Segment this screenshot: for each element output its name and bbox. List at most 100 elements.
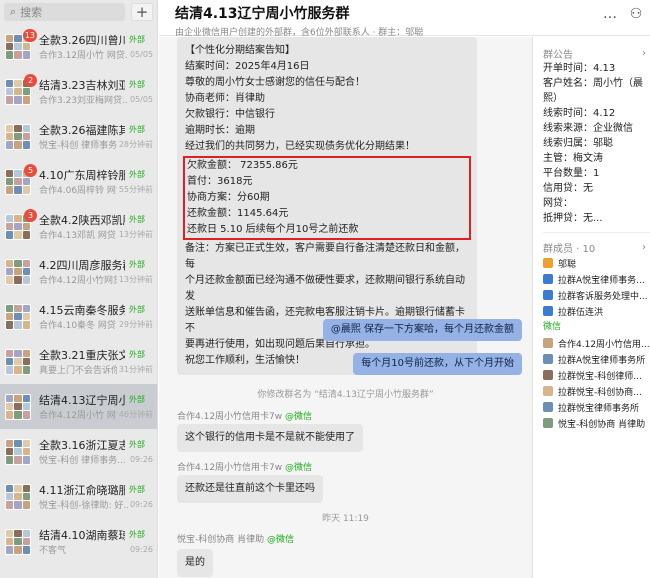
external-tag: 外部 — [129, 80, 145, 89]
add-member-icon[interactable]: ⚇ — [626, 4, 646, 24]
chat-time: 13分钟前 — [118, 230, 153, 239]
chat-preview: 合作4.13邓凯 网贷... — [39, 231, 117, 241]
chevron-right-icon[interactable]: › — [642, 48, 646, 59]
chat-list-panel: ⌕ 搜索 + 13全款3.26四川曾川...外部合作3.12周小竹 网贷...0… — [0, 0, 158, 578]
group-avatar: 13 — [5, 28, 37, 60]
chat-name: 全款3.26福建陈其... — [39, 123, 125, 137]
member-item[interactable]: 拉群客诉服务处理中... — [543, 287, 650, 303]
chat-preview: 合作4.12周小竹 网贷... — [39, 411, 117, 421]
search-input[interactable]: ⌕ 搜索 — [4, 3, 125, 21]
external-tag: 外部 — [129, 395, 145, 404]
chat-list-item[interactable]: 2结清3.23吉林刘亚... 外部合作3.23刘亚梅网贷...05/05 — [0, 69, 157, 114]
chat-item-body: 全款3.26福建陈其... 外部悦宝-科创 律师事务...28分钟前 — [39, 122, 153, 152]
chat-list-item[interactable]: 全款3.21重庆张文... 外部真要上门不会告诉你...31分钟前 — [0, 339, 157, 384]
chevron-right-icon[interactable]: › — [642, 242, 646, 253]
group-info-panel: 群公告 › 开单时间：4.13 客户姓名：周小竹（晨 熙） 线索时间：4.12 线索来源… — [532, 37, 650, 578]
chat-item-body: 结清3.23吉林刘亚... 外部合作3.23刘亚梅网贷...05/05 — [39, 77, 153, 107]
external-tag: 外部 — [129, 350, 145, 359]
chat-item-bottom: 真要上门不会告诉你...31分钟前 — [39, 363, 153, 377]
group-avatar — [5, 258, 31, 285]
external-tag: 外部 — [129, 35, 145, 44]
member-item[interactable]: 拉群悦宝律师事务所 — [543, 399, 650, 415]
notice-line: 协商老师：肖律助 — [185, 93, 265, 104]
chat-preview: 合作3.23刘亚梅网贷... — [39, 96, 128, 106]
chat-list-item[interactable]: 13全款3.26四川曾川... 外部合作3.12周小竹 网贷...05/05 — [0, 24, 157, 69]
chat-list-item[interactable]: 4.15云南秦冬服务群外部合作4.10秦冬 网贷...29分钟前 — [0, 294, 157, 339]
chat-item-top: 4.10广东周梓铃服... 外部 — [39, 167, 153, 183]
chat-item-body: 4.10广东周梓铃服... 外部合作4.06周梓铃 网贷...55分钟前 — [39, 167, 153, 197]
chat-list-item[interactable]: 结清4.10湖南蔡琼... 外部不客气 09:26 — [0, 519, 157, 564]
group-notice-line: 线索归属：邬聪 — [543, 138, 613, 149]
chat-name: 4.10广东周梓铃服... — [39, 168, 125, 182]
member-item[interactable]: 悦宝-科创协商 肖律助 — [543, 415, 650, 431]
chat-item-bottom: 合作3.12周小竹 网贷... 05/05 — [39, 48, 153, 62]
header-actions: … ⚇ — [600, 4, 646, 24]
chat-time: 13分钟前 — [118, 275, 153, 284]
my-message-2[interactable]: 每个月10号前还款，从下个月开始 — [353, 353, 522, 375]
chat-item-top: 结清4.10湖南蔡琼... 外部 — [39, 527, 153, 543]
member-name: 拉群A悦宝律师事务所 — [558, 355, 646, 366]
members-header[interactable]: 群成员 · 10 › — [543, 239, 650, 255]
member-item[interactable]: 拉群伍连洪 — [543, 303, 650, 319]
member-item[interactable]: 合作4.12周小竹信用... — [543, 335, 650, 351]
chat-list-item[interactable]: 4.11浙江俞晓璐服... 外部悦宝-科创-徐律助: 好...09:26 — [0, 474, 157, 519]
chat-item-top: 结清3.23吉林刘亚... 外部 — [39, 77, 153, 93]
member-item[interactable]: 拉群A悦宝律师事务所 — [543, 351, 650, 367]
search-row: ⌕ 搜索 + — [0, 0, 157, 24]
member-name: 合作4.12周小竹信用... — [558, 339, 650, 350]
chat-item-body: 4.15云南秦冬服务群外部合作4.10秦冬 网贷...29分钟前 — [39, 302, 153, 332]
chat-preview: 悦宝-科创 律师事务... — [39, 456, 126, 466]
chat-item-bottom: 合作4.12周小竹 网贷...46分钟前 — [39, 408, 153, 422]
chat-list-item[interactable]: 4.2四川周彦服务群外部合作4.12周小竹网贷...13分钟前 — [0, 249, 157, 294]
member-avatar-icon — [543, 386, 553, 396]
wechat-section-label: 微信 — [543, 322, 562, 332]
message-area[interactable]: 【个性化分期结案告知】 结案时间：2025年4月16日 尊敬的周小竹女士感谢您的信任… — [159, 37, 532, 578]
group-avatar — [5, 483, 31, 510]
remark-line: 备注：方案已正式生效，客户需要自行备注清楚还款日和金额，每 — [185, 243, 465, 270]
external-tag: 外部 — [129, 305, 145, 314]
chat-item-bottom: 不客气 09:26 — [39, 543, 153, 557]
member-name: 拉群客诉服务处理中... — [558, 291, 648, 302]
external-tag: 外部 — [129, 125, 145, 134]
chat-list-item[interactable]: 结清4.13辽宁周小... 外部合作4.12周小竹 网贷...46分钟前 — [0, 384, 157, 429]
group-notice-line: 主管：梅文涛 — [543, 153, 603, 164]
member-item[interactable]: 邬聪 — [543, 255, 650, 271]
member-item[interactable]: 拉群悦宝-科创律师... — [543, 367, 650, 383]
group-notice-line: 线索来源：企业微信 — [543, 123, 633, 134]
chat-name: 全款3.16浙江夏志... — [39, 438, 125, 452]
members-label: 群成员 · 10 — [543, 243, 596, 255]
payment-detail-line: 欠款金额： 72355.86元 — [187, 160, 298, 171]
chat-name: 4.11浙江俞晓璐服... — [39, 483, 125, 497]
member-item[interactable]: 拉群A悦宝律师事务... — [543, 271, 650, 287]
chat-item-top: 4.2四川周彦服务群 外部 — [39, 257, 153, 273]
chat-item-body: 全款4.2陕西邓凯服... 外部合作4.13邓凯 网贷...13分钟前 — [39, 212, 153, 242]
system-rename-notice: 你修改群名为 “结清4.13辽宁周小竹服务群” — [257, 390, 434, 400]
member-avatar-icon — [543, 290, 553, 300]
chat-list-item[interactable]: 54.10广东周梓铃服... 外部合作4.06周梓铃 网贷...55分钟前 — [0, 159, 157, 204]
payment-detail-line: 还款日 5.10 后续每个月10号之前还款 — [187, 224, 359, 235]
my-message-1[interactable]: @晨熙 保存一下方案哈，每个月还款金额 — [322, 319, 522, 341]
chat-time: 09:26 — [129, 455, 153, 464]
sender-name: 悦宝-科创协商 肖律助 @微信 — [177, 532, 294, 545]
chat-list-item[interactable]: 全款3.16浙江夏志... 外部悦宝-科创 律师事务...09:26 — [0, 429, 157, 474]
member-name: 拉群悦宝-科创协商... — [558, 387, 642, 398]
their-message-2[interactable]: 还款还是往直前这个卡里还吗 — [177, 475, 323, 503]
chat-list-item[interactable]: 3全款4.2陕西邓凯服... 外部合作4.13邓凯 网贷...13分钟前 — [0, 204, 157, 249]
unread-badge: 13 — [22, 28, 37, 42]
chat-item-body: 结清4.13辽宁周小... 外部合作4.12周小竹 网贷...46分钟前 — [39, 392, 153, 422]
chat-list-item[interactable]: 全款3.26福建陈其... 外部悦宝-科创 律师事务...28分钟前 — [0, 114, 157, 159]
external-tag: 外部 — [129, 215, 145, 224]
chat-item-bottom: 合作4.10秦冬 网贷... 29分钟前 — [39, 318, 153, 332]
their-message-1[interactable]: 这个银行的信用卡是不是就不能使用了 — [177, 424, 363, 452]
add-chat-button[interactable]: + — [131, 3, 153, 21]
member-item[interactable]: 拉群悦宝-科创协商... — [543, 383, 650, 399]
chat-name: 4.2四川周彦服务群 — [39, 258, 125, 272]
group-notice-line: 线索时间：4.12 — [543, 108, 616, 119]
highlight-box: 欠款金额： 72355.86元 首付：3618元 协商方案：分60期 还款金额：114… — [183, 156, 471, 240]
chat-time: 29分钟前 — [118, 320, 153, 329]
more-icon[interactable]: … — [600, 4, 620, 24]
notice-header[interactable]: 群公告 › — [543, 45, 650, 61]
their-message-3[interactable]: 是的 — [177, 549, 213, 577]
unread-badge: 5 — [24, 163, 37, 177]
chat-time: 55分钟前 — [118, 185, 153, 194]
